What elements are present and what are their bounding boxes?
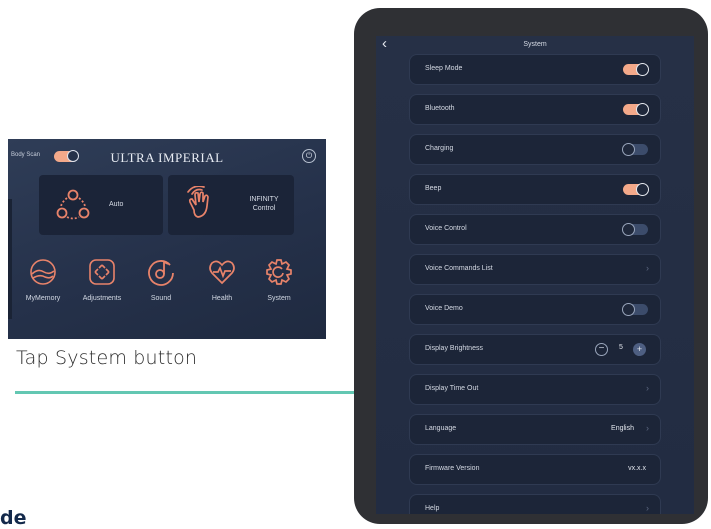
system-icon: [266, 259, 292, 285]
auto-label: Auto: [109, 201, 124, 208]
system-title: System: [523, 41, 547, 48]
sleep-mode-toggle[interactable]: [623, 63, 649, 76]
charging-toggle[interactable]: [622, 143, 648, 156]
auto-icon: [56, 189, 90, 220]
row-label: Help: [425, 505, 440, 512]
bluetooth-toggle[interactable]: [623, 103, 649, 116]
toggle-knob: [622, 303, 635, 316]
row-voice-control[interactable]: Voice Control: [410, 215, 660, 244]
sound-button[interactable]: Sound: [131, 257, 191, 302]
sound-label: Sound: [150, 295, 172, 302]
system-label: System: [267, 295, 291, 302]
system-button[interactable]: System: [249, 257, 309, 302]
row-label: Voice Demo: [425, 305, 463, 312]
plus-icon[interactable]: +: [633, 343, 646, 356]
chevron-right-icon: ›: [646, 263, 649, 273]
mymemory-button[interactable]: MyMemory: [13, 257, 73, 302]
health-label: Health: [211, 295, 233, 302]
memory-icon: [30, 259, 56, 285]
row-voice-commands-list[interactable]: Voice Commands List ›: [410, 255, 660, 284]
minus-icon[interactable]: −: [595, 343, 608, 356]
row-label: Language: [425, 425, 457, 432]
chevron-right-icon: ›: [646, 383, 649, 393]
voice-demo-toggle[interactable]: [622, 303, 648, 316]
chevron-right-icon: ›: [646, 423, 649, 433]
toggle-knob: [622, 143, 635, 156]
arrow-line: [15, 391, 360, 394]
panel-edge: [8, 199, 12, 319]
toggle-knob: [636, 183, 649, 196]
toggle-knob: [636, 103, 649, 116]
row-label: Voice Commands List: [425, 265, 493, 272]
infinity-label-line2: Control: [252, 205, 276, 212]
row-language[interactable]: Language English ›: [410, 415, 660, 444]
health-button[interactable]: Health: [192, 257, 252, 302]
row-bluetooth[interactable]: Bluetooth: [410, 95, 660, 124]
sound-icon: [148, 260, 174, 286]
row-voice-demo[interactable]: Voice Demo: [410, 295, 660, 324]
system-screen: ‹ System Sleep Mode Bluetooth Charging B…: [376, 36, 694, 514]
brightness-value: 5: [619, 344, 623, 351]
toggle-knob: [636, 63, 649, 76]
brightness-stepper: − 5 +: [595, 343, 646, 356]
adjustments-icon: [89, 259, 115, 285]
home-screen: Body Scan ULTRA IMPERIAL ⏻ Auto INFINITY…: [8, 139, 326, 339]
row-label: Firmware Version: [425, 465, 480, 472]
row-display-brightness: Display Brightness − 5 +: [410, 335, 660, 364]
voice-control-toggle[interactable]: [622, 223, 648, 236]
auto-mode-button[interactable]: Auto: [39, 175, 163, 235]
firmware-value: vx.x.x: [628, 465, 646, 472]
row-beep[interactable]: Beep: [410, 175, 660, 204]
health-icon: [209, 260, 235, 285]
infinity-control-button[interactable]: INFINITY Control: [168, 175, 294, 235]
infinity-label-line1: INFINITY: [249, 196, 279, 203]
row-label: Display Brightness: [425, 345, 483, 352]
row-label: Sleep Mode: [425, 65, 463, 72]
beep-toggle[interactable]: [623, 183, 649, 196]
row-label: Voice Control: [425, 225, 467, 232]
adjustments-button[interactable]: Adjustments: [72, 257, 132, 302]
mymemory-label: MyMemory: [25, 295, 61, 302]
tablet-frame: ‹ System Sleep Mode Bluetooth Charging B…: [354, 8, 708, 524]
row-display-time-out[interactable]: Display Time Out ›: [410, 375, 660, 404]
row-label: Display Time Out: [425, 385, 479, 392]
row-charging[interactable]: Charging: [410, 135, 660, 164]
language-value: English: [611, 425, 634, 432]
instruction-caption: Tap System button: [16, 347, 198, 369]
row-label: Beep: [425, 185, 442, 192]
row-help[interactable]: Help ›: [410, 495, 660, 514]
row-firmware-version: Firmware Version vx.x.x: [410, 455, 660, 484]
row-label: Bluetooth: [425, 105, 455, 112]
toggle-knob: [622, 223, 635, 236]
chevron-right-icon: ›: [646, 503, 649, 513]
home-title: ULTRA IMPERIAL: [110, 150, 224, 165]
row-label: Charging: [425, 145, 454, 152]
row-sleep-mode[interactable]: Sleep Mode: [410, 55, 660, 84]
infinity-control-label: INFINITY Control: [234, 195, 294, 213]
hand-icon: [187, 186, 209, 218]
adjustments-label: Adjustments: [82, 295, 122, 302]
power-icon[interactable]: ⏻: [302, 149, 316, 163]
